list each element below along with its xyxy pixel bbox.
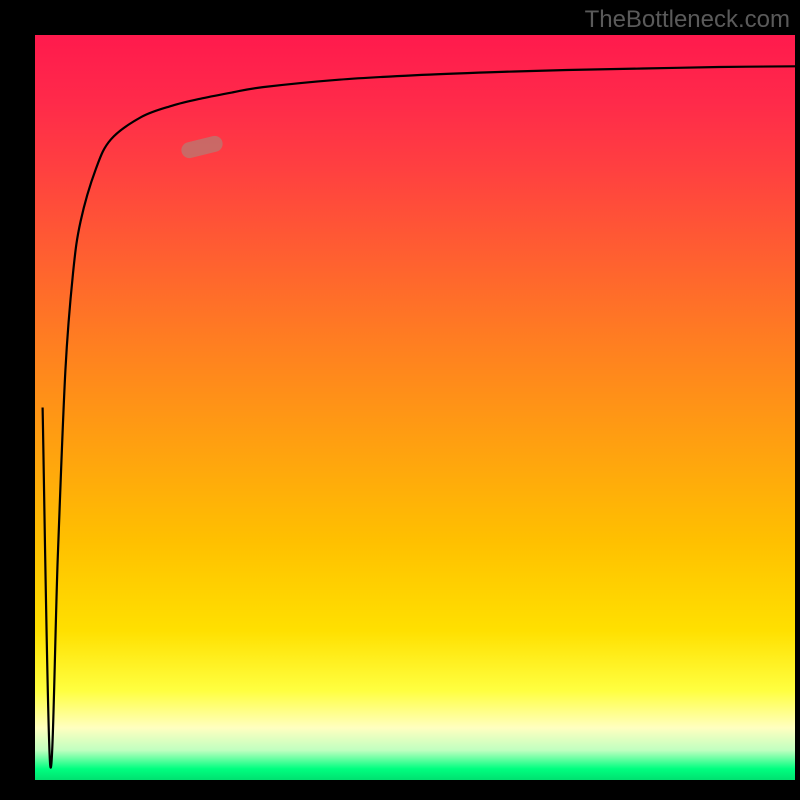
bottleneck-curve — [43, 66, 795, 767]
curve-svg — [35, 35, 795, 780]
watermark-text: TheBottleneck.com — [585, 6, 790, 34]
